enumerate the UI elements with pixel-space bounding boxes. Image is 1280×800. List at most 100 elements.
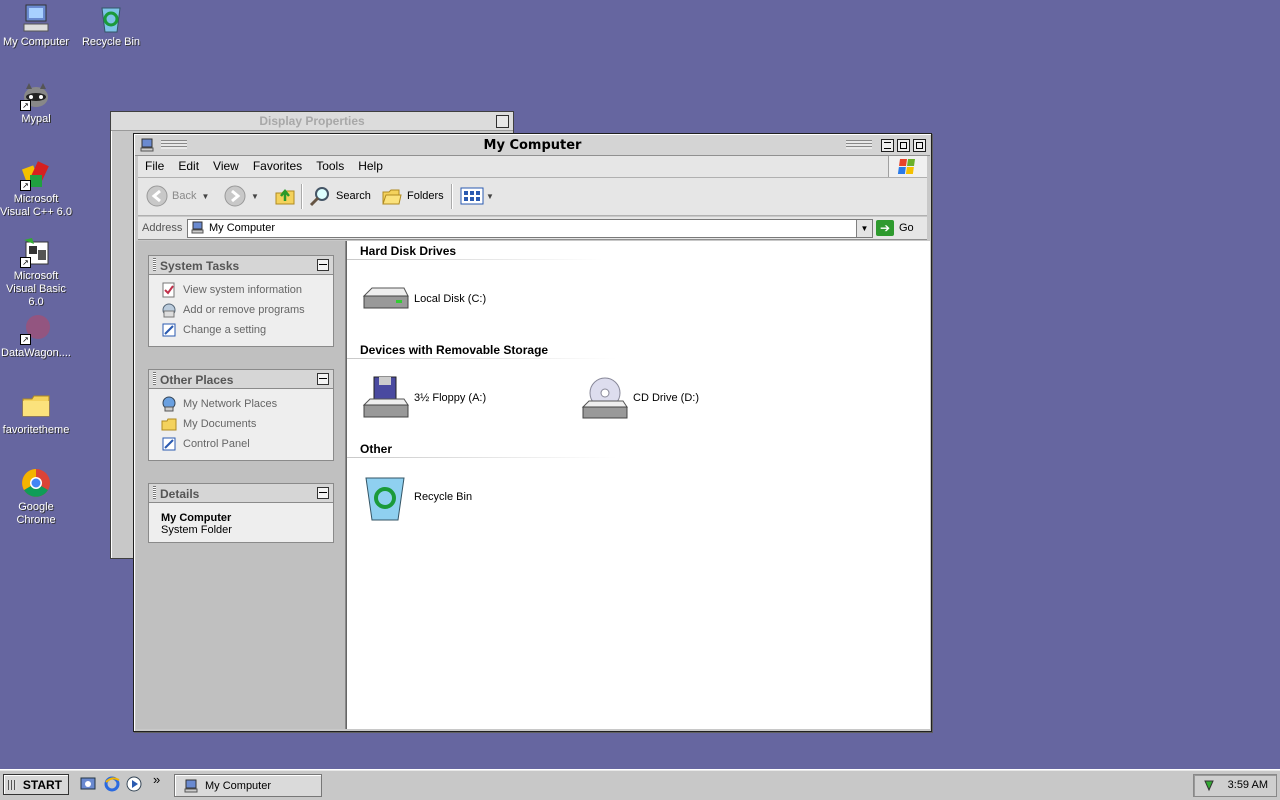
address-bar: Address My Computer ▼ ➔ Go — [138, 217, 927, 240]
views-icon — [460, 187, 484, 205]
file-list: Hard Disk Drives Local Disk (C:) Devices… — [346, 241, 930, 729]
close-button[interactable] — [913, 139, 926, 152]
window-titlebar[interactable]: My Computer — [135, 135, 930, 156]
desktop-icon-visual-cpp[interactable]: ↗ Microsoft Visual C++ 6.0 — [0, 159, 74, 219]
details-name: My Computer — [161, 512, 232, 524]
cd-drive-d-item[interactable]: CD Drive (D:) — [579, 373, 699, 423]
menu-tools[interactable]: Tools — [309, 156, 351, 177]
taskbar-button-my-computer[interactable]: My Computer — [174, 774, 322, 797]
floppy-drive-icon — [360, 373, 410, 423]
group-divider — [347, 457, 617, 458]
my-documents-link[interactable]: My Documents — [149, 414, 333, 434]
back-button[interactable]: Back ▼ — [146, 184, 209, 208]
my-computer-small-icon — [191, 221, 204, 235]
desktop-icon-favoritetheme[interactable]: favoritetheme — [0, 390, 74, 437]
control-panel-icon — [161, 436, 177, 452]
up-folder-icon — [275, 188, 295, 205]
visual-cpp-icon: ↗ — [20, 159, 52, 191]
collapse-icon[interactable] — [317, 373, 329, 385]
folders-icon — [382, 189, 402, 205]
quicklaunch-desktop-icon[interactable] — [80, 776, 96, 792]
toolbar-separator — [451, 184, 453, 209]
recycle-bin-icon — [360, 472, 410, 522]
group-other: Other — [360, 442, 393, 456]
forward-dropdown-icon[interactable]: ▼ — [251, 192, 259, 201]
my-network-places-link[interactable]: My Network Places — [149, 394, 333, 414]
display-properties-title: Display Properties — [111, 112, 513, 131]
chrome-icon — [20, 467, 52, 499]
system-tray: 3:59 AM — [1193, 774, 1277, 797]
details-header[interactable]: Details — [149, 484, 333, 503]
details-type: System Folder — [161, 524, 232, 536]
datawagon-icon: ↗ — [20, 313, 52, 345]
views-button[interactable]: ▼ — [460, 184, 494, 208]
menu-help[interactable]: Help — [351, 156, 390, 177]
go-button[interactable]: ➔ Go — [876, 219, 914, 237]
group-divider — [347, 358, 617, 359]
desktop-icon-my-computer[interactable]: My Computer — [0, 2, 74, 49]
recycle-bin-icon — [95, 2, 127, 34]
other-places-header[interactable]: Other Places — [149, 370, 333, 389]
address-label: Address — [142, 222, 183, 234]
menu-edit[interactable]: Edit — [171, 156, 206, 177]
menu-view[interactable]: View — [206, 156, 246, 177]
maximize-button[interactable] — [897, 139, 910, 152]
views-dropdown-icon[interactable]: ▼ — [486, 192, 494, 201]
minimize-button[interactable] — [881, 139, 894, 152]
my-computer-small-icon — [183, 778, 199, 794]
go-arrow-icon: ➔ — [876, 220, 894, 236]
recycle-bin-item[interactable]: Recycle Bin — [360, 472, 472, 522]
control-panel-link[interactable]: Control Panel — [149, 434, 333, 454]
mypal-raccoon-icon: ↗ — [20, 79, 52, 111]
collapse-icon[interactable] — [317, 487, 329, 499]
group-removable-storage: Devices with Removable Storage — [360, 343, 549, 357]
windows-logo-icon — [888, 156, 927, 177]
folder-icon — [20, 390, 52, 422]
system-tasks-panel: System Tasks View system information Add… — [148, 255, 334, 347]
address-dropdown-icon[interactable]: ▼ — [856, 220, 872, 237]
details-panel: Details My Computer System Folder — [148, 483, 334, 543]
local-disk-c-item[interactable]: Local Disk (C:) — [360, 274, 486, 324]
desktop-icon-mypal[interactable]: ↗ Mypal — [0, 79, 74, 126]
quicklaunch-internet-explorer-icon[interactable] — [104, 776, 120, 792]
task-pane: System Tasks View system information Add… — [136, 241, 346, 729]
cd-drive-icon — [579, 373, 629, 423]
desktop-icon-google-chrome[interactable]: Google Chrome — [0, 467, 74, 527]
search-button[interactable]: Search — [308, 184, 371, 208]
collapse-icon[interactable] — [317, 259, 329, 271]
forward-arrow-icon — [224, 185, 246, 207]
desktop-icon-datawagon[interactable]: ↗ DataWagon.... — [0, 313, 74, 360]
menu-file[interactable]: File — [138, 156, 171, 177]
visual-basic-icon: ↗ — [20, 236, 52, 268]
change-a-setting-link[interactable]: Change a setting — [149, 320, 333, 340]
toolbar-separator — [301, 184, 303, 209]
add-remove-programs-link[interactable]: Add or remove programs — [149, 300, 333, 320]
view-system-information-link[interactable]: View system information — [149, 280, 333, 300]
address-input[interactable]: My Computer ▼ — [187, 219, 873, 238]
quicklaunch-media-player-icon[interactable] — [126, 776, 142, 792]
display-properties-close-button[interactable] — [496, 115, 509, 128]
desktop-icon-recycle-bin[interactable]: Recycle Bin — [73, 2, 149, 49]
group-divider — [347, 259, 603, 260]
system-information-icon — [161, 282, 177, 298]
network-places-icon — [161, 396, 177, 412]
taskbar: START » My Computer 3:59 AM — [0, 769, 1280, 800]
control-panel-icon — [161, 322, 177, 338]
toolbar: Back ▼ ▼ Search Folders ▼ — [138, 178, 927, 216]
network-tray-icon[interactable] — [1202, 778, 1216, 792]
folders-button[interactable]: Folders — [381, 184, 444, 208]
menu-favorites[interactable]: Favorites — [246, 156, 309, 177]
start-button[interactable]: START — [3, 774, 69, 795]
up-folder-button[interactable] — [274, 184, 296, 208]
window-title: My Computer — [483, 138, 582, 153]
back-dropdown-icon[interactable]: ▼ — [201, 192, 209, 201]
clock[interactable]: 3:59 AM — [1228, 779, 1268, 791]
forward-button[interactable]: ▼ — [224, 184, 259, 208]
my-computer-window: My Computer File Edit View Favorites Tools He… — [133, 133, 932, 732]
group-hard-disk-drives: Hard Disk Drives — [360, 244, 457, 258]
other-places-panel: Other Places My Network Places My Docume… — [148, 369, 334, 461]
quicklaunch-chevron[interactable]: » — [153, 772, 160, 787]
desktop-icon-visual-basic[interactable]: ↗ Microsoft Visual Basic 6.0 — [0, 236, 74, 309]
system-tasks-header[interactable]: System Tasks — [149, 256, 333, 275]
floppy-a-item[interactable]: 3½ Floppy (A:) — [360, 373, 486, 423]
